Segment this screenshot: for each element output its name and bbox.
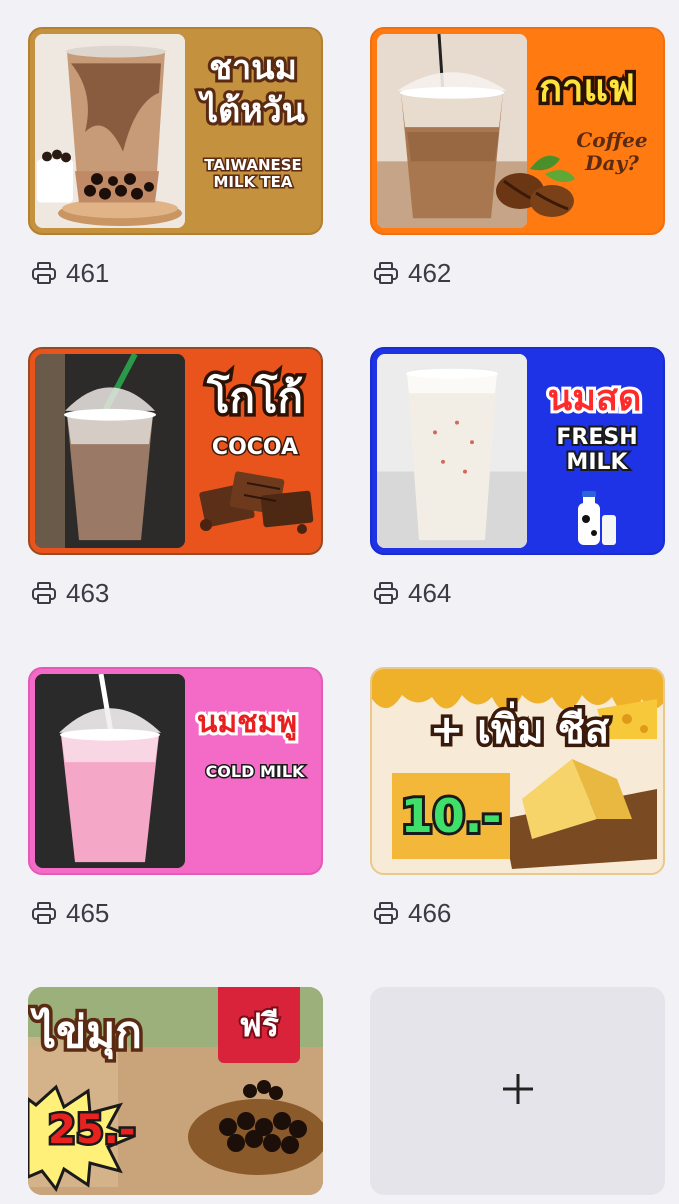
item-label-465: 465 [32,898,109,928]
price-label: 25.- [46,1105,138,1156]
milk-tea-photo [35,34,185,228]
printer-icon [374,582,398,604]
item-title-english: COCOA [210,433,299,461]
item-title-thai: โกโก้ [204,370,307,426]
printer-icon [32,902,56,924]
item-number: 465 [66,897,110,928]
menu-card-464[interactable]: นมสด FRESH MILK [370,347,665,555]
item-title-english: TAIWANESE MILK TEA [203,155,304,192]
item-title-english: FRESH MILK [554,423,639,477]
free-badge: ฟรี [218,987,300,1063]
item-title-thai: นมชมพู [194,702,300,743]
fresh-milk-photo [377,354,527,548]
printer-icon [374,902,398,924]
item-title-english: COLD MILK [204,761,306,783]
printer-icon [374,262,398,284]
item-number: 466 [408,897,452,928]
coffee-beans-icon [490,149,580,224]
price-box: 10.- [392,773,510,859]
item-title-thai: ชานม ไต้หวัน [198,45,308,134]
menu-card-466[interactable]: + เพิ่ม ชีส 10.- [370,667,665,875]
item-label-462: 462 [374,258,451,288]
item-number: 462 [408,257,452,288]
item-label-466: 466 [374,898,451,928]
free-badge-label: ฟรี [237,1004,281,1046]
item-title-thai: นมสด [545,375,645,422]
item-title-thai: ไข่มุก [31,1004,146,1062]
plus-icon [500,1071,536,1112]
price-label: 10.- [398,786,505,846]
menu-card-bubbles[interactable]: ฟรี ไข่มุก 25.- [28,987,323,1195]
printer-icon [32,262,56,284]
menu-card-465[interactable]: นมชมพู COLD MILK [28,667,323,875]
item-number: 463 [66,577,110,608]
chocolate-icon [192,467,320,542]
item-number: 461 [66,257,110,288]
menu-card-461[interactable]: ชานม ไต้หวัน TAIWANESE MILK TEA [28,27,323,235]
iced-cocoa-photo [35,354,185,548]
milk-bottle-icon [572,489,622,553]
menu-card-462[interactable]: กาแฟ Coffee Day? [370,27,665,235]
item-label-463: 463 [32,578,109,608]
item-number: 464 [408,577,452,608]
menu-card-463[interactable]: โกโก้ COCOA [28,347,323,555]
item-label-464: 464 [374,578,451,608]
item-title-thai: + เพิ่ม ชีส [426,704,612,757]
add-item-button[interactable]: + [370,987,665,1195]
item-label-461: 461 [32,258,109,288]
item-title-thai: กาแฟ [536,63,639,114]
pink-milk-photo [35,674,185,868]
printer-icon [32,582,56,604]
